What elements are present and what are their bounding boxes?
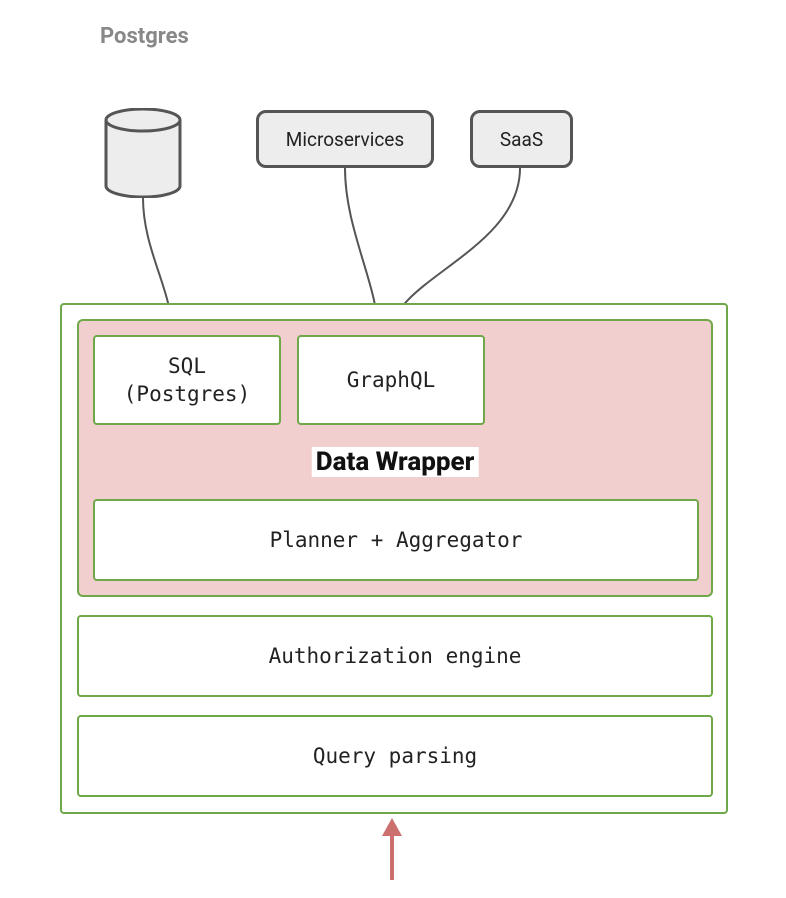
- sql-label: SQL (Postgres): [124, 352, 250, 409]
- microservices-label: Microservices: [286, 128, 404, 151]
- graphql-label: GraphQL: [347, 366, 436, 394]
- page-title: Postgres: [100, 24, 189, 49]
- query-parsing-label: Query parsing: [313, 742, 477, 770]
- planner-box: Planner + Aggregator: [93, 499, 699, 581]
- data-wrapper-title: Data Wrapper: [312, 447, 479, 477]
- authorization-label: Authorization engine: [269, 642, 522, 670]
- saas-label: SaaS: [500, 128, 543, 151]
- graphql-box: GraphQL: [297, 335, 485, 425]
- planner-label: Planner + Aggregator: [270, 526, 523, 554]
- sql-box: SQL (Postgres): [93, 335, 281, 425]
- saas-box: SaaS: [470, 110, 573, 168]
- query-parsing-box: Query parsing: [77, 715, 713, 797]
- authorization-box: Authorization engine: [77, 615, 713, 697]
- database-icon: [103, 108, 183, 198]
- data-wrapper-region: SQL (Postgres) GraphQL Data Wrapper Plan…: [77, 319, 713, 597]
- main-container: SQL (Postgres) GraphQL Data Wrapper Plan…: [60, 303, 728, 814]
- microservices-box: Microservices: [256, 110, 434, 168]
